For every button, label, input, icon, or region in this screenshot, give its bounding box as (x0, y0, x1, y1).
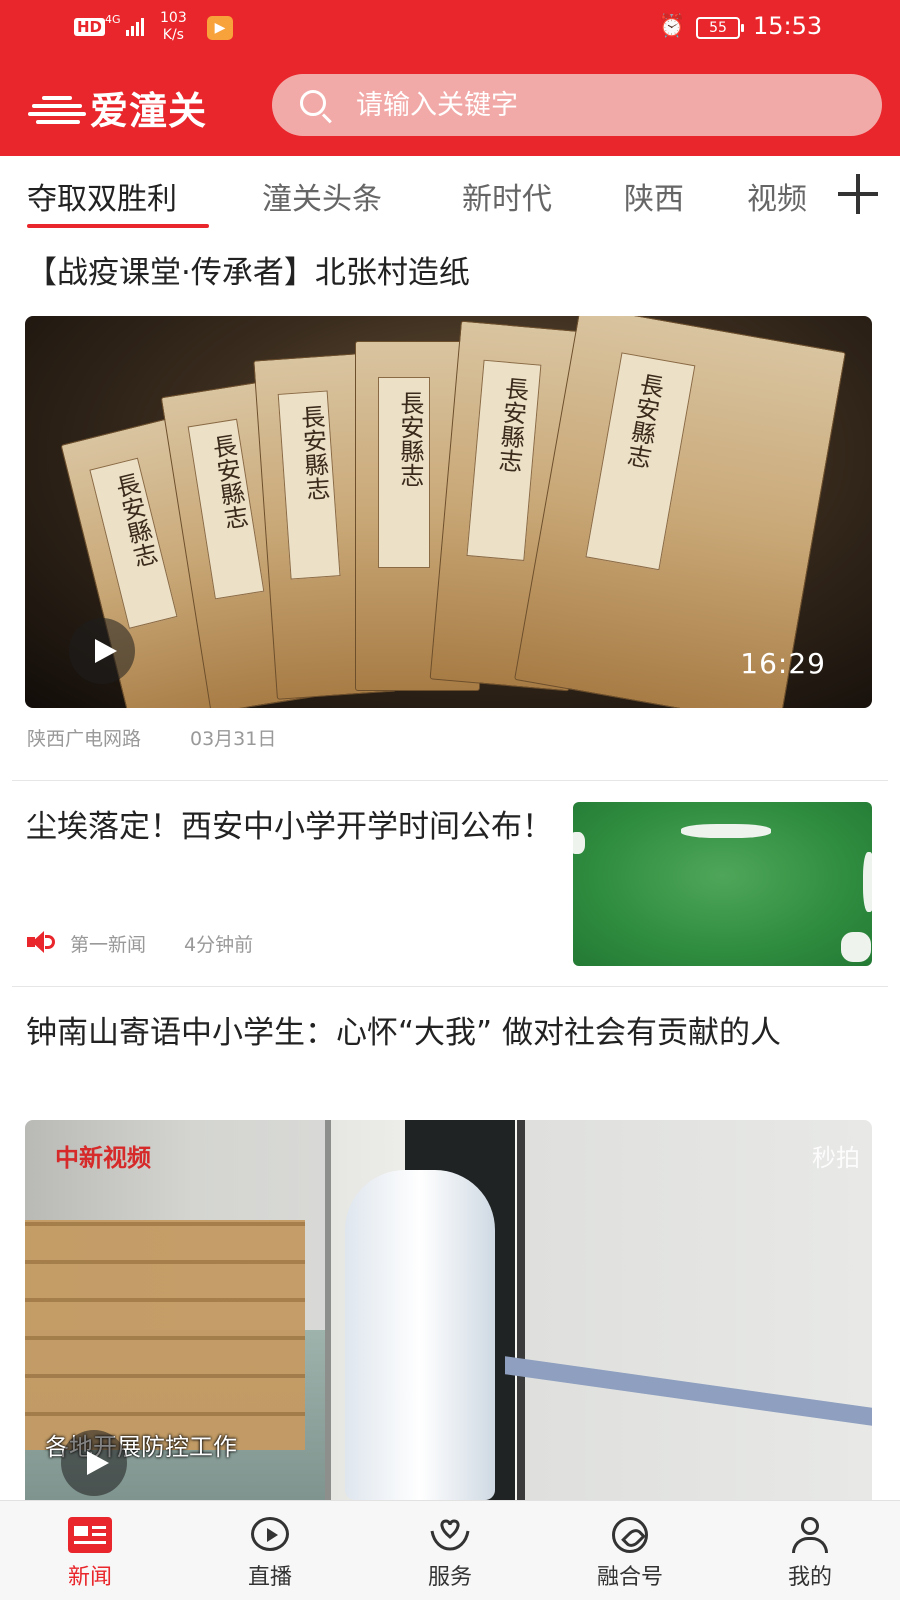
nav-label: 直播 (247, 1565, 292, 1590)
tab-double-victory[interactable]: 夺取双胜利 (27, 174, 177, 218)
status-bar: HD 4G 103 K/s ▶ ⏰ 55 15:53 (0, 0, 900, 56)
tab-tongguan-headlines[interactable]: 潼关头条 (262, 174, 382, 218)
divider (12, 986, 888, 987)
app-logo[interactable]: 爱潼关 (28, 82, 208, 133)
category-tabs: 夺取双胜利 潼关头条 新时代 陕西 视频 (0, 156, 900, 236)
tab-new-era[interactable]: 新时代 (462, 174, 552, 218)
video-thumbnail[interactable]: 長安縣志 長安縣志 長安縣志 長安縣志 長安縣志 長安縣志 16:29 (25, 316, 872, 708)
tab-shaanxi[interactable]: 陕西 (624, 174, 684, 218)
heart-hands-icon (430, 1519, 470, 1551)
video-duration: 16:29 (740, 647, 826, 680)
clock: 15:53 (753, 12, 823, 40)
nav-media-account[interactable]: 融合号 (540, 1501, 720, 1600)
video-thumbnail[interactable]: 中新视频 秒拍 各地开展防控工作 (25, 1120, 872, 1500)
user-icon (788, 1517, 832, 1553)
battery-icon: 55 (696, 17, 744, 39)
network-speed: 103 K/s (160, 10, 187, 43)
nav-label: 融合号 (596, 1565, 663, 1590)
newspaper-icon (68, 1517, 112, 1553)
search-input[interactable] (356, 89, 836, 121)
nav-news[interactable]: 新闻 (0, 1501, 180, 1600)
app-name: 爱潼关 (90, 87, 208, 133)
play-icon[interactable] (61, 1430, 127, 1496)
nav-label: 新闻 (67, 1565, 112, 1590)
article-time: 4分钟前 (184, 934, 254, 956)
article-title[interactable]: 钟南山寄语中小学生：心怀“大我” 做对社会有贡献的人 (26, 1010, 876, 1056)
add-channel-icon[interactable] (838, 172, 882, 216)
alarm-icon: ⏰ (658, 14, 686, 39)
play-icon[interactable] (69, 618, 135, 684)
app-header: HD 4G 103 K/s ▶ ⏰ 55 15:53 爱潼关 (0, 0, 900, 156)
nav-live[interactable]: 直播 (180, 1501, 360, 1600)
article-thumbnail[interactable] (573, 802, 872, 966)
tab-video[interactable]: 视频 (747, 174, 807, 218)
signal-icon (126, 18, 144, 36)
notification-app-icon: ▶ (207, 16, 233, 40)
nav-label: 我的 (787, 1565, 832, 1590)
platform-watermark: 秒拍 (812, 1144, 860, 1172)
speaker-icon[interactable] (27, 931, 55, 953)
article-date: 03月31日 (190, 728, 277, 750)
search-bar[interactable] (272, 74, 882, 136)
play-circle-icon (251, 1517, 289, 1551)
nav-label: 服务 (427, 1565, 472, 1590)
network-type: 4G (105, 13, 121, 26)
nav-mine[interactable]: 我的 (720, 1501, 900, 1600)
compass-icon (612, 1517, 648, 1553)
source-watermark: 中新视频 (55, 1144, 151, 1172)
article-title[interactable]: 【战疫课堂·传承者】北张村造纸 (26, 250, 876, 296)
search-icon (296, 86, 334, 124)
article-source: 陕西广电网路 (27, 728, 142, 750)
divider (12, 780, 888, 781)
article-title[interactable]: 尘埃落定！西安中小学开学时间公布！ (26, 804, 556, 850)
logo-icon (28, 90, 86, 124)
nav-service[interactable]: 服务 (360, 1501, 540, 1600)
hd-indicator: HD (74, 18, 106, 36)
bottom-navigation: 新闻 直播 服务 融合号 我的 (0, 1500, 900, 1600)
article-source: 第一新闻 (70, 934, 147, 956)
active-tab-indicator (27, 224, 209, 228)
